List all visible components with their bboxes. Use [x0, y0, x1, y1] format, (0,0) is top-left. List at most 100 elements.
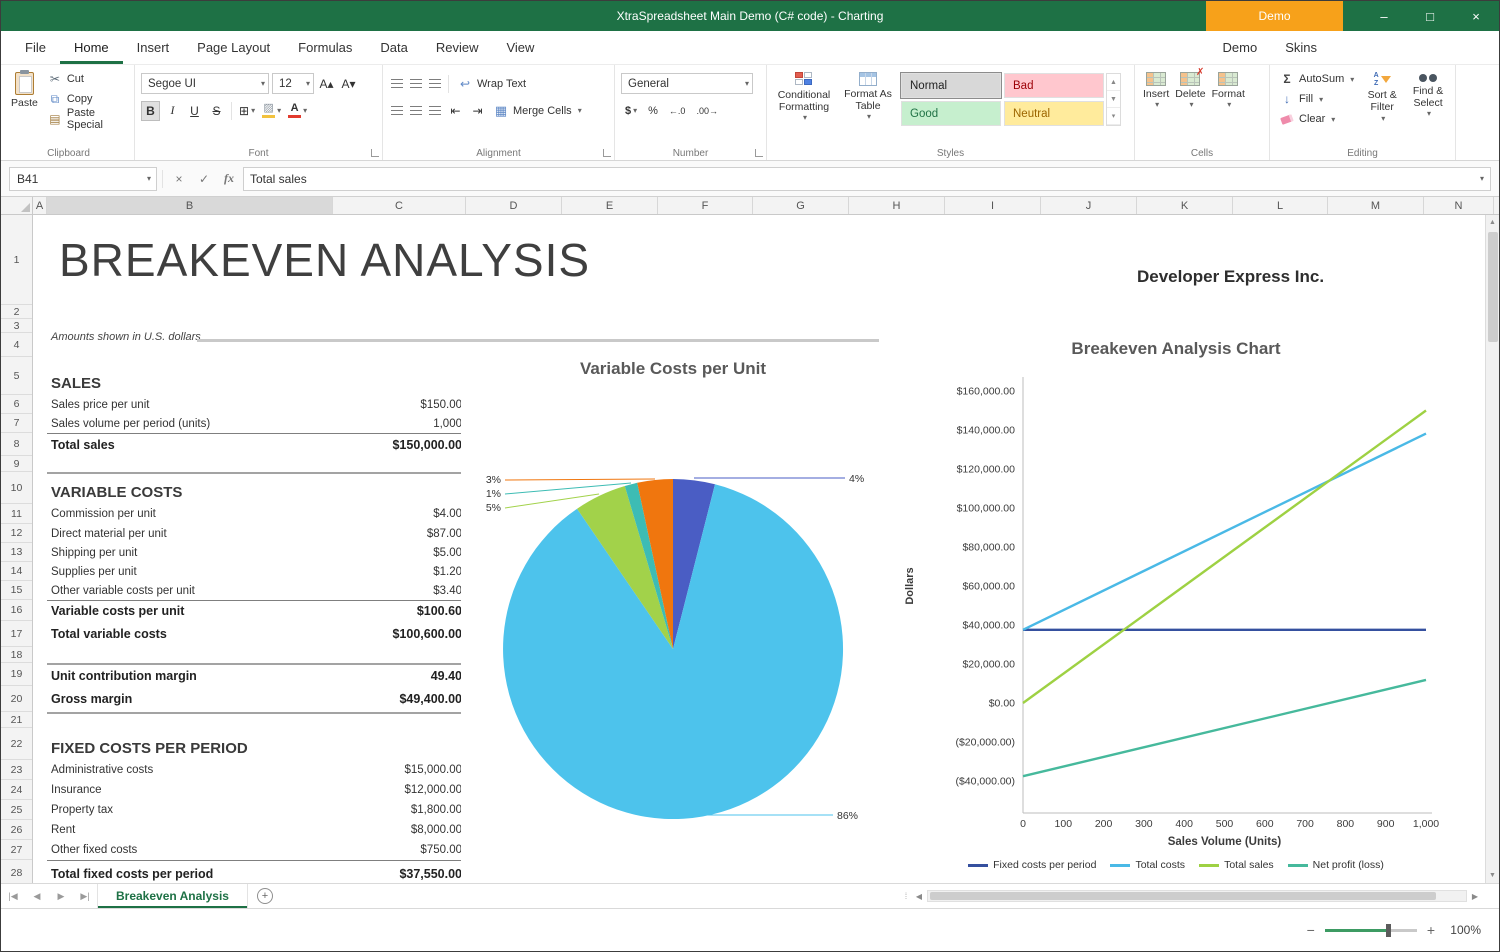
tab-skins[interactable]: Skins [1271, 31, 1331, 64]
next-sheet-button[interactable]: ▶ [49, 884, 73, 908]
row-header-24[interactable]: 24 [1, 780, 32, 800]
sheet-row-unit-contribution-margin[interactable]: Unit contribution margin49.40 [47, 663, 466, 686]
horizontal-scrollbar[interactable]: ◀ ▶ [911, 884, 1483, 908]
zoom-out-button[interactable]: − [1307, 922, 1315, 938]
formula-input[interactable]: Total sales ▾ [243, 167, 1491, 191]
minimize-button[interactable]: – [1361, 1, 1407, 31]
clear-button[interactable]: Clear ▾ [1276, 109, 1357, 129]
sheet-row-commission-per-unit[interactable]: Commission per unit$4.00 [47, 504, 466, 524]
tab-formulas[interactable]: Formulas [284, 31, 366, 64]
tab-page-layout[interactable]: Page Layout [183, 31, 284, 64]
shrink-font-button[interactable]: A▾ [339, 74, 358, 94]
sheet-row-total-sales[interactable]: Total sales$150,000.00 [47, 433, 466, 456]
paste-special-button[interactable]: ▤ Paste Special [44, 109, 128, 129]
row-header-16[interactable]: 16 [1, 600, 32, 621]
strikethrough-button[interactable]: S [207, 101, 226, 121]
column-header-E[interactable]: E [562, 197, 658, 214]
zoom-slider[interactable] [1325, 929, 1417, 932]
tab-file[interactable]: File [11, 31, 60, 64]
sheet-row-sales-volume-per-period-units[interactable]: Sales volume per period (units)1,000 [47, 414, 466, 433]
tab-data[interactable]: Data [366, 31, 421, 64]
column-header-K[interactable]: K [1137, 197, 1233, 214]
conditional-formatting-button[interactable]: Conditional Formatting ▾ [773, 69, 835, 126]
row-header-18[interactable]: 18 [1, 647, 32, 663]
sheet-row-fixed-costs-per-period[interactable]: FIXED COSTS PER PERIOD [47, 728, 466, 760]
row-header-8[interactable]: 8 [1, 433, 32, 456]
row-header-15[interactable]: 15 [1, 581, 32, 600]
percent-style-button[interactable]: % [644, 101, 662, 121]
row-header-28[interactable]: 28 [1, 860, 32, 883]
accounting-format-button[interactable]: $ ▾ [621, 101, 641, 121]
align-center-button[interactable] [408, 103, 424, 119]
sheet-tab-breakeven-analysis[interactable]: Breakeven Analysis [97, 884, 248, 908]
tab-view[interactable]: View [492, 31, 548, 64]
zoom-slider-thumb[interactable] [1386, 924, 1391, 937]
delete-cells-button[interactable]: ✗ Delete ▾ [1173, 69, 1207, 112]
demo-badge-button[interactable]: Demo [1206, 1, 1343, 31]
row-header-25[interactable]: 25 [1, 800, 32, 820]
gallery-up-button[interactable]: ▲ [1107, 74, 1120, 91]
sheet-row-rent[interactable]: Rent$8,000.00 [47, 820, 466, 840]
number-format-combo[interactable]: General ▾ [621, 73, 753, 94]
column-header-M[interactable]: M [1328, 197, 1424, 214]
font-color-button[interactable]: A ▾ [286, 101, 309, 121]
scroll-left-icon[interactable]: ◀ [911, 892, 927, 901]
column-header-I[interactable]: I [945, 197, 1041, 214]
row-header-5[interactable]: 5 [1, 357, 32, 395]
sheet-canvas[interactable]: BREAKEVEN ANALYSIS Developer Express Inc… [33, 215, 1499, 883]
column-header-J[interactable]: J [1041, 197, 1137, 214]
format-as-table-button[interactable]: Format As Table ▾ [839, 69, 897, 126]
style-good[interactable]: Good [901, 101, 1001, 126]
tab-demo[interactable]: Demo [1209, 31, 1272, 64]
sheet-row-total-variable-costs[interactable]: Total variable costs$100,600.00 [47, 621, 466, 647]
autosum-button[interactable]: Σ AutoSum ▾ [1276, 69, 1357, 89]
paste-button[interactable]: Paste [9, 69, 40, 129]
maximize-button[interactable]: □ [1407, 1, 1453, 31]
row-header-20[interactable]: 20 [1, 686, 32, 712]
align-middle-button[interactable] [408, 76, 424, 92]
gallery-down-button[interactable]: ▼ [1107, 91, 1120, 108]
align-right-button[interactable] [427, 103, 443, 119]
font-size-combo[interactable]: 12 ▾ [272, 73, 314, 94]
row-header-19[interactable]: 19 [1, 663, 32, 686]
confirm-entry-button[interactable]: ✓ [193, 168, 215, 190]
fill-color-button[interactable]: ▨ ▾ [260, 101, 283, 121]
bold-button[interactable]: B [141, 101, 160, 121]
line-chart-object[interactable]: Breakeven Analysis Chart $160,000.00$140… [887, 327, 1465, 883]
sheet-row-gross-margin[interactable]: Gross margin$49,400.00 [47, 686, 466, 712]
scroll-right-icon[interactable]: ▶ [1467, 892, 1483, 901]
sheet-row-administrative-costs[interactable]: Administrative costs$15,000.00 [47, 760, 466, 780]
fill-button[interactable]: ↓ Fill ▾ [1276, 89, 1357, 109]
grow-font-button[interactable]: A▴ [317, 74, 336, 94]
style-normal[interactable]: Normal [901, 73, 1001, 98]
column-header-C[interactable]: C [333, 197, 466, 214]
sheet-row-direct-material-per-unit[interactable]: Direct material per unit$87.00 [47, 524, 466, 543]
column-header-G[interactable]: G [753, 197, 849, 214]
sheet-row-insurance[interactable]: Insurance$12,000.00 [47, 780, 466, 800]
insert-cells-button[interactable]: Insert ▾ [1141, 69, 1171, 112]
row-header-17[interactable]: 17 [1, 621, 32, 647]
number-dialog-launcher[interactable] [755, 149, 763, 157]
row-header-13[interactable]: 13 [1, 543, 32, 562]
sheet-row-variable-costs[interactable]: VARIABLE COSTS [47, 472, 466, 504]
name-box[interactable]: B41 ▾ [9, 167, 157, 191]
sheet-row-total-fixed-costs-per-period[interactable]: Total fixed costs per period$37,550.00 [47, 860, 466, 883]
sheet-row-property-tax[interactable]: Property tax$1,800.00 [47, 800, 466, 820]
row-header-9[interactable]: 9 [1, 456, 32, 472]
row-header-11[interactable]: 11 [1, 504, 32, 524]
row-header-23[interactable]: 23 [1, 760, 32, 780]
row-header-2[interactable]: 2 [1, 305, 32, 319]
scroll-up-icon[interactable]: ▲ [1486, 215, 1499, 230]
row-header-4[interactable]: 4 [1, 333, 32, 357]
horizontal-scrollbar-track[interactable] [927, 890, 1467, 902]
decrease-decimal-button[interactable]: .00→ [692, 101, 722, 121]
insert-function-button[interactable]: fx [218, 168, 240, 190]
column-header-A[interactable]: A [33, 197, 47, 214]
vertical-scrollbar[interactable]: ▲ ▼ [1485, 215, 1499, 883]
sheet-row-variable-costs-per-unit[interactable]: Variable costs per unit$100.60 [47, 600, 466, 621]
style-bad[interactable]: Bad [1004, 73, 1104, 98]
previous-sheet-button[interactable]: ◀ [25, 884, 49, 908]
align-bottom-button[interactable] [427, 76, 443, 92]
sheet-row-sales[interactable]: SALES [47, 357, 466, 395]
align-left-button[interactable] [389, 103, 405, 119]
